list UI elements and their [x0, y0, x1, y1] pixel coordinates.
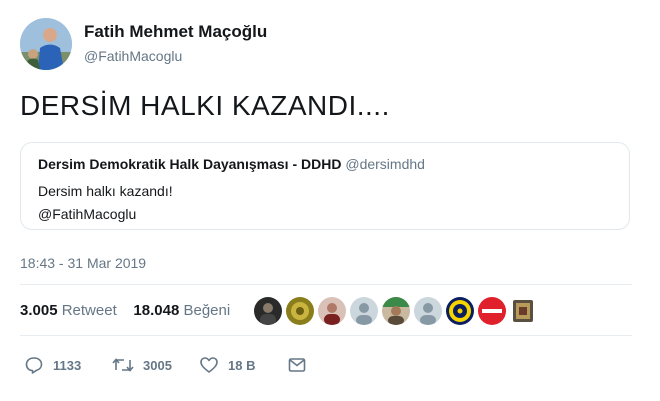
liker-avatar[interactable]	[414, 297, 442, 325]
quoted-tweet[interactable]: Dersim Demokratik Halk Dayanışması - DDH…	[20, 142, 630, 230]
author-avatar[interactable]	[20, 18, 72, 70]
reply-icon	[24, 355, 44, 375]
quoted-mention-link[interactable]: @FatihMacoglu	[38, 206, 136, 222]
divider	[20, 335, 632, 336]
liker-avatar[interactable]	[446, 297, 474, 325]
author-name[interactable]: Fatih Mehmet Maçoğlu	[84, 22, 267, 42]
liker-avatar[interactable]	[286, 297, 314, 325]
quoted-text-line: Dersim halkı kazandı!	[38, 183, 173, 199]
direct-message-button[interactable]	[287, 355, 307, 375]
liker-avatar[interactable]	[318, 297, 346, 325]
retweets-label[interactable]: Retweet	[62, 302, 117, 319]
like-count: 18 B	[228, 357, 256, 373]
tweet-timestamp[interactable]: 18:43 - 31 Mar 2019	[20, 255, 146, 271]
retweet-button[interactable]: 3005	[112, 355, 172, 375]
divider	[20, 284, 632, 285]
reply-button[interactable]: 1133	[24, 355, 81, 375]
reply-count: 1133	[53, 357, 82, 373]
quoted-author-handle: @dersimdhd	[345, 156, 425, 172]
retweets-count[interactable]: 3.005	[20, 302, 58, 319]
engagement-stats: 3.005 Retweet 18.048 Beğeni	[20, 302, 230, 319]
likes-count[interactable]: 18.048	[133, 302, 179, 319]
liker-avatar[interactable]	[350, 297, 378, 325]
message-icon	[287, 355, 307, 375]
heart-icon	[199, 355, 219, 375]
quoted-author: Dersim Demokratik Halk Dayanışması - DDH…	[38, 156, 425, 172]
liker-avatar[interactable]	[254, 297, 282, 325]
like-button[interactable]: 18 B	[199, 355, 255, 375]
author-handle[interactable]: @FatihMacoglu	[84, 48, 182, 64]
liker-avatar[interactable]	[478, 297, 506, 325]
retweet-icon	[112, 355, 134, 375]
retweet-count: 3005	[143, 357, 172, 373]
tweet-text: DERSİM HALKI KAZANDI....	[20, 90, 390, 121]
liker-avatar[interactable]	[513, 300, 533, 322]
likes-label[interactable]: Beğeni	[183, 302, 230, 319]
quoted-author-name: Dersim Demokratik Halk Dayanışması - DDH…	[38, 156, 342, 172]
liker-avatar[interactable]	[382, 297, 410, 325]
